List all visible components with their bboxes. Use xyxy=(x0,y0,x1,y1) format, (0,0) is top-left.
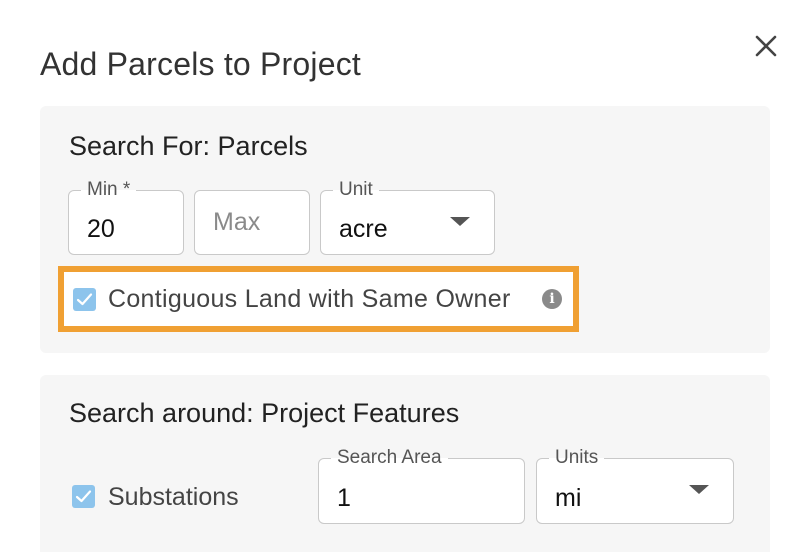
unit-select[interactable]: Unit acre xyxy=(320,180,495,255)
contiguous-checkbox[interactable] xyxy=(73,288,96,311)
search-for-title: Search For: Parcels xyxy=(69,131,308,161)
info-icon[interactable]: i xyxy=(542,289,562,309)
search-area-value[interactable]: 1 xyxy=(337,483,351,513)
chevron-down-icon[interactable] xyxy=(689,485,709,494)
close-icon[interactable] xyxy=(750,30,782,62)
search-for-section: Search For: Parcels Min * 20 Unit acre C… xyxy=(40,106,770,353)
units-select[interactable]: Units mi xyxy=(536,448,734,524)
units-label: Units xyxy=(549,448,605,468)
contiguous-land-highlight: Contiguous Land with Same Owner i xyxy=(58,266,579,332)
substations-option[interactable]: Substations xyxy=(72,481,302,521)
checkmark-icon xyxy=(76,293,93,306)
search-around-section: Search around: Project Features Substati… xyxy=(40,375,770,552)
search-area-label: Search Area xyxy=(331,448,448,468)
chevron-down-icon[interactable] xyxy=(450,217,470,226)
checkmark-icon xyxy=(75,490,92,503)
max-field[interactable] xyxy=(194,190,310,255)
max-input[interactable] xyxy=(213,207,293,237)
units-value: mi xyxy=(555,484,582,512)
search-area-field[interactable]: Search Area 1 xyxy=(318,448,525,524)
dialog-title: Add Parcels to Project xyxy=(40,46,361,82)
min-field[interactable]: Min * 20 xyxy=(68,180,184,255)
unit-label: Unit xyxy=(333,180,379,200)
unit-value: acre xyxy=(339,215,388,243)
substations-label[interactable]: Substations xyxy=(108,481,239,513)
min-value[interactable]: 20 xyxy=(87,214,115,244)
add-parcels-dialog: Add Parcels to Project Search For: Parce… xyxy=(0,0,810,552)
contiguous-label[interactable]: Contiguous Land with Same Owner xyxy=(108,283,511,315)
min-label: Min * xyxy=(81,180,137,200)
search-around-title: Search around: Project Features xyxy=(69,398,460,428)
substations-checkbox[interactable] xyxy=(72,485,95,508)
